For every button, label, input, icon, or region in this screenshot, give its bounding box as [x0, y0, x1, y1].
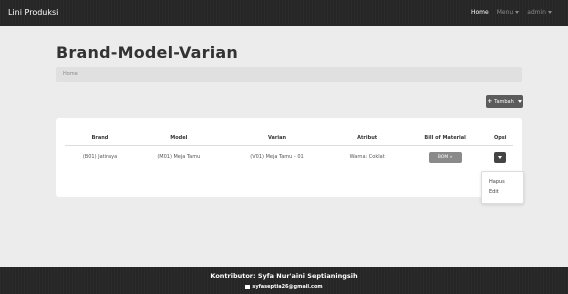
nav-home-link[interactable]: Home: [471, 9, 489, 16]
breadcrumb: Home: [56, 67, 522, 82]
chevron-down-icon: [515, 11, 520, 14]
mail-icon: [245, 284, 251, 289]
table-row: (B01) Jatiraya (M01) Meja Tamu (V01) Mej…: [65, 145, 513, 169]
chevron-down-icon: [498, 155, 503, 159]
data-table: Brand Model Varian Atribut Bill of Mater…: [65, 132, 513, 169]
nav-menu-label: Menu: [496, 9, 514, 16]
table-header-row: Brand Model Varian Atribut Bill of Mater…: [65, 132, 513, 146]
app-brand[interactable]: Lini Produksi: [8, 8, 58, 17]
cell-opsi: [487, 145, 513, 169]
nav-user-dropdown[interactable]: admin: [527, 9, 552, 16]
column-header-brand: Brand: [65, 132, 135, 146]
cell-atribut: Warna: Coklat: [349, 154, 385, 161]
nav-user-label: admin: [527, 9, 546, 16]
chevron-down-icon: [548, 11, 552, 14]
column-header-opsi: Opsi: [487, 132, 513, 146]
cell-model: (M01) Meja Tamu: [157, 154, 201, 161]
nav-menu: Home Menu admin: [471, 9, 552, 16]
top-navbar: Lini Produksi Home Menu admin: [0, 0, 568, 26]
footer-contributor: Kontributor: Syfa Nur'aini Septianingsih: [210, 272, 358, 280]
cell-brand: (B01) Jatiraya: [82, 154, 118, 161]
plus-icon: +: [487, 98, 493, 105]
breadcrumb-home-link[interactable]: Home: [63, 71, 78, 77]
column-header-atribut: Atribut: [331, 132, 403, 146]
column-header-bom: Bill of Material: [402, 132, 488, 146]
nav-menu-dropdown[interactable]: Menu: [496, 9, 520, 16]
footer-email-line: syfaseptia26@gmail.com: [0, 284, 568, 290]
page-title: Brand-Model-Varian: [56, 43, 239, 62]
options-dropdown-button[interactable]: [494, 151, 507, 163]
footer: Kontributor: Syfa Nur'aini Septianingsih…: [0, 267, 568, 294]
footer-email[interactable]: syfaseptia26@gmail.com: [252, 284, 322, 290]
cell-varian: (V01) Meja Tamu - 01: [250, 154, 304, 161]
options-dropdown-menu: Hapus Edit: [481, 171, 524, 204]
cell-bom: BOM »: [403, 145, 488, 169]
add-button[interactable]: + Tambah: [486, 95, 523, 108]
chevron-down-icon: [517, 100, 522, 103]
column-header-model: Model: [135, 132, 223, 146]
column-header-varian: Varian: [222, 132, 332, 146]
bom-button[interactable]: BOM »: [428, 151, 462, 163]
menu-item-hapus[interactable]: Hapus: [489, 179, 505, 185]
add-button-label: Tambah: [494, 98, 514, 105]
data-panel: Brand Model Varian Atribut Bill of Mater…: [56, 118, 522, 197]
menu-item-edit[interactable]: Edit: [489, 189, 499, 195]
